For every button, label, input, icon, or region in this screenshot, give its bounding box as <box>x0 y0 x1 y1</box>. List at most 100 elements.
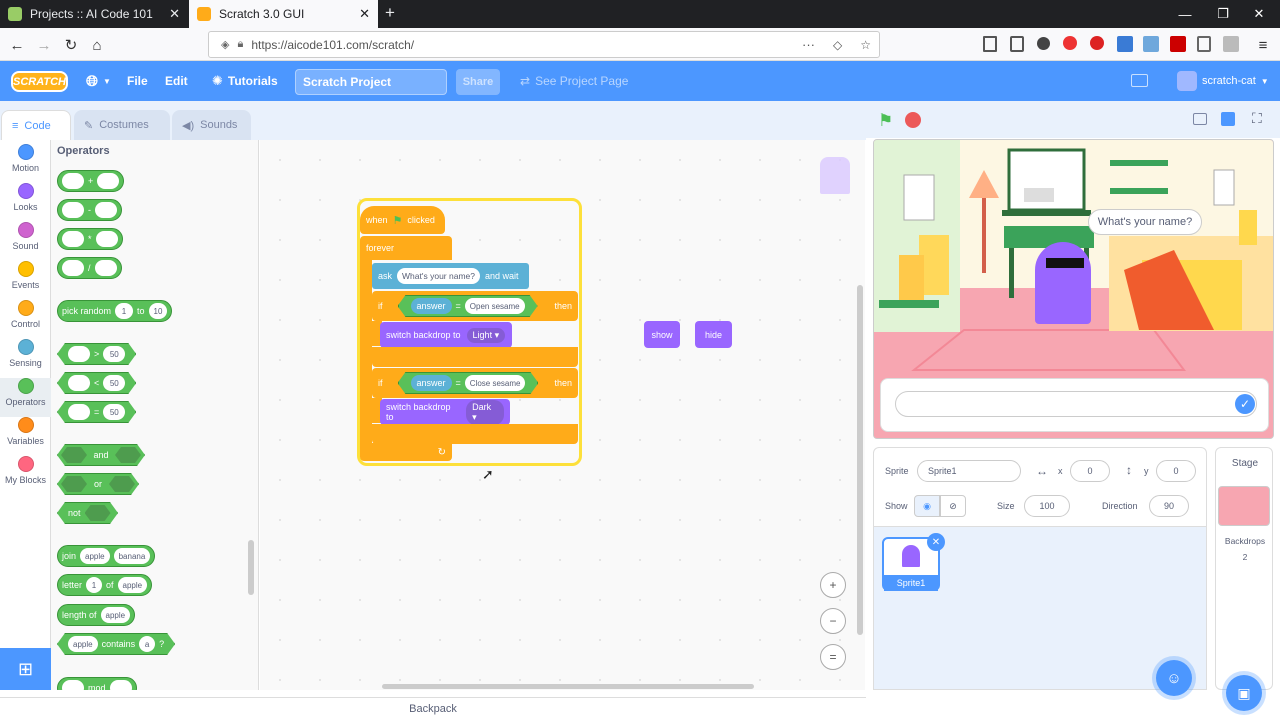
switch-backdrop-block-2[interactable]: switch backdrop to Dark ▾ <box>380 399 510 425</box>
green-flag-icon[interactable]: ⚑ <box>878 111 893 131</box>
hide-block[interactable]: hide <box>695 321 732 348</box>
sprite-mailbox[interactable] <box>1035 242 1091 324</box>
back-arrow-icon[interactable]: ← <box>4 32 30 58</box>
join-block[interactable]: join apple banana <box>57 545 156 567</box>
pick-random-block[interactable]: pick random 1 to 10 <box>57 300 173 322</box>
extension-icon[interactable] <box>1117 36 1133 52</box>
contains-word-input[interactable]: apple <box>68 636 98 652</box>
file-menu[interactable]: File <box>127 61 148 101</box>
slot[interactable] <box>68 404 90 420</box>
x-input[interactable]: 0 <box>1070 460 1110 482</box>
extension2-icon[interactable] <box>1223 36 1239 52</box>
more-actions-icon[interactable]: ··· <box>802 37 815 52</box>
length-of-block[interactable]: length of apple <box>57 604 136 626</box>
bookmark-star-icon[interactable]: ☆ <box>860 38 871 52</box>
small-stage-icon[interactable] <box>1193 113 1207 125</box>
pocket-icon[interactable]: ◇ <box>833 38 842 52</box>
length-word-input[interactable]: apple <box>100 607 131 623</box>
divide-block[interactable]: / <box>57 257 122 279</box>
translate-icon[interactable] <box>1143 36 1159 52</box>
slot[interactable] <box>62 680 84 690</box>
compare-value[interactable]: 50 <box>103 375 125 391</box>
multiply-block[interactable]: * <box>57 228 123 250</box>
slot[interactable] <box>109 680 132 690</box>
slot[interactable] <box>115 447 141 463</box>
close-tab-icon[interactable]: ✕ <box>169 6 180 22</box>
greater-than-block[interactable]: >50 <box>57 343 136 365</box>
letter-index-input[interactable]: 1 <box>86 577 103 593</box>
category-sound[interactable]: Sound <box>0 222 51 261</box>
equals-condition-2[interactable]: answer = Close sesame <box>398 372 539 394</box>
zoom-out-button[interactable]: − <box>820 608 846 634</box>
slot[interactable] <box>109 476 135 492</box>
show-block[interactable]: show <box>644 321 680 348</box>
direction-input[interactable]: 90 <box>1149 495 1189 517</box>
add-extension-button[interactable]: ⊞ <box>0 648 51 690</box>
browser-tab-projects[interactable]: Projects :: AI Code 101 ✕ <box>0 0 188 28</box>
slot[interactable] <box>61 476 87 492</box>
pdf-icon[interactable] <box>1170 36 1186 52</box>
browser-tab-scratch[interactable]: Scratch 3.0 GUI ✕ <box>189 0 378 28</box>
language-menu[interactable]: 🌐︎ ▼ <box>86 61 111 101</box>
contains-char-input[interactable]: a <box>139 636 155 652</box>
if-then-block-1[interactable]: if answer = Open sesame then <box>372 291 578 321</box>
join-input-a[interactable]: apple <box>80 548 110 564</box>
subtract-block[interactable]: - <box>57 199 122 221</box>
category-looks[interactable]: Looks <box>0 183 51 222</box>
adblock-icon[interactable] <box>1063 36 1077 50</box>
workspace-vscrollbar[interactable] <box>857 285 863 635</box>
backdrop-dropdown-1[interactable]: Light ▾ <box>466 327 506 343</box>
zoom-in-button[interactable]: + <box>820 572 846 598</box>
stage-canvas[interactable]: What's your name? ✓ <box>873 139 1274 439</box>
library-icon[interactable] <box>983 36 997 52</box>
account-menu[interactable]: scratch-cat ▼ <box>1177 61 1269 101</box>
tab-sounds[interactable]: ◀) Sounds <box>172 110 251 140</box>
category-sensing[interactable]: Sensing <box>0 339 51 378</box>
workspace-hscrollbar[interactable] <box>382 684 754 689</box>
stop-icon[interactable] <box>905 112 921 128</box>
script-workspace[interactable]: when ⚑ clicked forever ask What's your n… <box>260 140 865 690</box>
not-block[interactable]: not <box>57 502 118 524</box>
tutorials-button[interactable]: ✺ Tutorials <box>212 61 278 101</box>
scratch-logo[interactable]: SCRATCH <box>11 71 68 92</box>
slot[interactable] <box>95 202 117 218</box>
slot[interactable] <box>62 173 84 189</box>
contains-block[interactable]: apple contains a? <box>57 633 175 655</box>
category-my-blocks[interactable]: My Blocks <box>0 456 51 495</box>
answer-input[interactable] <box>895 391 1257 417</box>
mod-block[interactable]: mod <box>57 677 137 690</box>
slot[interactable] <box>62 231 84 247</box>
grid-icon[interactable] <box>1197 36 1211 52</box>
equals-block[interactable]: = 50 <box>57 401 136 423</box>
stage-selector[interactable]: Stage Backdrops 2 ▣ <box>1215 447 1273 711</box>
size-input[interactable]: 100 <box>1024 495 1070 517</box>
add-block[interactable]: + <box>57 170 125 192</box>
random-to-input[interactable]: 10 <box>148 303 168 319</box>
slot[interactable] <box>97 173 120 189</box>
sprite-name-input[interactable]: Sprite1 <box>917 460 1021 482</box>
letter-word-input[interactable]: apple <box>117 577 148 593</box>
project-title-input[interactable]: Scratch Project <box>295 69 447 95</box>
close-window-button[interactable]: ✕ <box>1236 0 1280 28</box>
new-tab-button[interactable]: + <box>380 3 400 23</box>
close-tab-icon[interactable]: ✕ <box>359 6 370 22</box>
slot[interactable] <box>68 375 90 391</box>
checkmark-icon[interactable]: ✓ <box>1235 394 1255 414</box>
compare-value-input[interactable]: Close sesame <box>465 375 526 391</box>
backdrop-dropdown-2[interactable]: Dark ▾ <box>466 399 504 425</box>
slot[interactable] <box>62 260 84 276</box>
answer-reporter[interactable]: answer <box>411 375 452 391</box>
backdrop-thumbnail[interactable] <box>1218 486 1270 526</box>
category-motion[interactable]: Motion <box>0 144 51 183</box>
forever-block[interactable]: forever <box>360 236 452 260</box>
slot[interactable] <box>61 447 87 463</box>
palette-scrollbar[interactable] <box>248 540 254 595</box>
equals-condition-1[interactable]: answer = Open sesame <box>398 295 538 317</box>
and-block[interactable]: and <box>57 444 145 466</box>
or-block[interactable]: or <box>57 473 139 495</box>
slot[interactable] <box>94 260 117 276</box>
letter-of-block[interactable]: letter 1 of apple <box>57 574 153 596</box>
see-project-page-button[interactable]: ⇄ See Project Page <box>520 61 628 101</box>
delete-sprite-icon[interactable]: ✕ <box>927 533 945 551</box>
show-visible-button[interactable]: ◉ <box>914 495 940 517</box>
